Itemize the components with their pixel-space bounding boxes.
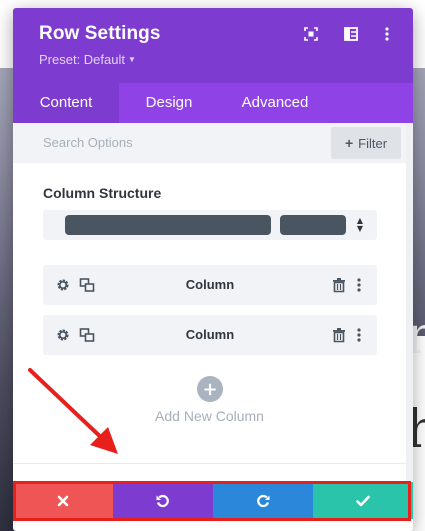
check-icon (356, 495, 370, 506)
column-item[interactable]: Column (43, 265, 377, 305)
redo-icon (257, 494, 270, 507)
expand-icon[interactable] (303, 26, 319, 42)
modal-title: Row Settings (39, 23, 161, 44)
redo-button[interactable] (213, 482, 313, 519)
filter-label: Filter (358, 135, 388, 151)
structure-column-preview (280, 215, 346, 235)
more-vertical-icon[interactable] (379, 26, 395, 42)
column-label: Column (185, 327, 235, 342)
add-column-button[interactable]: + (197, 376, 223, 402)
column-label: Column (185, 277, 235, 292)
more-vertical-icon[interactable] (356, 327, 366, 343)
tab-bar: Content Design Advanced (13, 83, 413, 123)
column-structure-select[interactable]: ▲ ▼ (43, 210, 377, 240)
column-item[interactable]: Column (43, 315, 377, 355)
trash-icon[interactable] (331, 277, 347, 293)
select-arrows-icon: ▲ ▼ (356, 216, 364, 233)
tab-advanced[interactable]: Advanced (219, 83, 331, 123)
caret-down-icon: ▼ (128, 55, 136, 64)
more-vertical-icon[interactable] (356, 277, 366, 293)
close-icon (57, 495, 69, 506)
scrollbar[interactable] (406, 123, 413, 483)
tab-design[interactable]: Design (119, 83, 219, 123)
preset-selector[interactable]: Preset: Default ▼ (39, 52, 136, 67)
search-input[interactable]: Search Options (43, 135, 133, 150)
trash-icon[interactable] (331, 327, 347, 343)
modal-footer (13, 482, 413, 519)
preset-label: Preset: Default (39, 52, 125, 67)
filter-button[interactable]: + Filter (331, 127, 401, 159)
search-bar: Search Options + Filter (13, 123, 406, 163)
cancel-button[interactable] (13, 482, 113, 519)
structure-column-preview (65, 215, 271, 235)
undo-button[interactable] (113, 482, 213, 519)
column-structure-label: Column Structure (43, 185, 162, 201)
divider (13, 463, 406, 464)
sidebar-layout-icon[interactable] (343, 26, 359, 42)
undo-icon (156, 494, 169, 507)
annotation-arrow (28, 368, 118, 454)
plus-icon: + (344, 135, 354, 151)
save-button[interactable] (313, 482, 413, 519)
modal-header: Row Settings Preset: Default ▼ (13, 8, 413, 83)
tab-content[interactable]: Content (13, 83, 119, 123)
